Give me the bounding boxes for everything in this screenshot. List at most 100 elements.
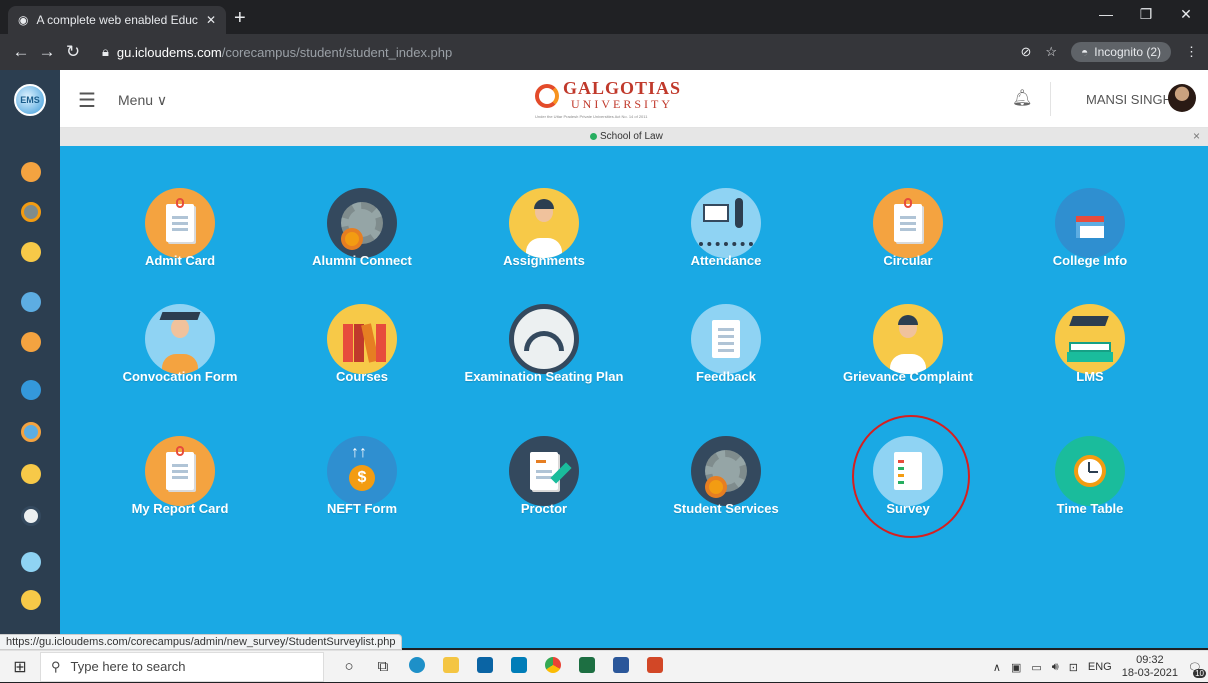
- taskbar-search[interactable]: ⚲ Type here to search: [40, 651, 324, 682]
- address-bar-row: ← → ↻ 🔒︎ gu.icloudems.com/corecampus/stu…: [0, 34, 1208, 70]
- university-logo: GALGOTIAS UNIVERSITY Under the Uttar Prad…: [535, 79, 681, 119]
- minimize-icon[interactable]: —: [1086, 6, 1126, 22]
- sidebar-grievance-icon[interactable]: [21, 590, 41, 610]
- tile-feedback[interactable]: Feedback: [636, 304, 816, 384]
- avatar[interactable]: [1168, 84, 1196, 112]
- tile-alumni-connect[interactable]: Alumni Connect: [272, 188, 452, 268]
- tile-label: Proctor: [520, 501, 568, 516]
- back-icon[interactable]: ←: [8, 42, 34, 62]
- sidebar-feedback-icon[interactable]: [21, 552, 41, 572]
- clock-date: 18-03-2021: [1121, 667, 1179, 679]
- galgotias-g-icon: [535, 84, 559, 108]
- volume-icon[interactable]: 🔊︎: [1052, 661, 1059, 674]
- books-icon: [327, 304, 397, 374]
- sidebar-admit-card-icon[interactable]: [21, 162, 41, 182]
- url-path: /corecampus/student/student_index.php: [221, 44, 453, 60]
- network-icon[interactable]: ⊡: [1069, 661, 1078, 674]
- tile-label: Attendance: [690, 253, 762, 268]
- tile-neft-form[interactable]: $ ↑↑ NEFT Form: [272, 436, 452, 516]
- tile-label: Time Table: [1056, 501, 1124, 516]
- close-tab-icon[interactable]: ✕: [206, 13, 216, 27]
- sidebar: EMS: [0, 70, 60, 648]
- hamburger-icon[interactable]: ☰: [78, 88, 96, 113]
- clock-time: 09:32: [1136, 654, 1164, 666]
- system-tray: ∧ ▣ ▭ 🔊︎ ⊡ ENG 09:32 18-03-2021 🗨︎ 10: [993, 651, 1206, 683]
- school-banner: School of Law ×: [60, 128, 1208, 146]
- close-window-icon[interactable]: ✕: [1166, 6, 1206, 23]
- mail-icon[interactable]: [468, 656, 502, 677]
- header-divider: [1050, 82, 1051, 116]
- feedback-form-icon: [691, 304, 761, 374]
- sidebar-alumni-icon[interactable]: [21, 202, 41, 222]
- more-menu-icon[interactable]: ⋮: [1185, 44, 1198, 60]
- chevron-up-icon[interactable]: ∧: [993, 661, 1001, 674]
- eye-off-icon[interactable]: ⊘: [1020, 44, 1031, 60]
- word-icon[interactable]: [604, 656, 638, 677]
- star-icon[interactable]: ☆: [1045, 44, 1057, 60]
- notifications-icon[interactable]: 🗨︎ 10: [1188, 661, 1206, 678]
- banner-close-icon[interactable]: ×: [1193, 129, 1200, 143]
- tile-label: Alumni Connect: [312, 253, 412, 268]
- language-indicator[interactable]: ENG: [1088, 661, 1112, 673]
- sidebar-attendance-icon[interactable]: [21, 292, 41, 312]
- tile-grievance-complaint[interactable]: Grievance Complaint: [818, 304, 998, 384]
- windows-start-icon[interactable]: ⊞: [0, 657, 40, 677]
- url-field[interactable]: 🔒︎ gu.icloudems.com/corecampus/student/s…: [102, 39, 1002, 65]
- cortana-icon[interactable]: ○: [332, 658, 366, 675]
- tile-admit-card[interactable]: Admit Card: [90, 188, 270, 268]
- tile-circular[interactable]: Circular: [818, 188, 998, 268]
- presentation-icon: [691, 188, 761, 258]
- dashboard-grid: Admit Card Alumni Connect Assignments At…: [60, 146, 1208, 648]
- money-transfer-icon: $ ↑↑: [327, 436, 397, 506]
- meet-now-icon[interactable]: ▣: [1011, 661, 1021, 674]
- battery-icon[interactable]: ▭: [1031, 661, 1041, 674]
- powerpoint-icon[interactable]: [638, 656, 672, 677]
- admit-card-icon: [145, 188, 215, 258]
- tile-proctor[interactable]: Proctor: [454, 436, 634, 516]
- dell-icon[interactable]: [502, 656, 536, 677]
- building-icon: [1055, 188, 1125, 258]
- task-view-icon[interactable]: ⧉: [366, 658, 400, 675]
- sidebar-exam-seating-icon[interactable]: [21, 506, 41, 526]
- tile-label: Courses: [335, 369, 389, 384]
- bell-icon[interactable]: 🔔︎: [1012, 88, 1032, 108]
- restore-icon[interactable]: ❐: [1126, 6, 1166, 23]
- tile-label: Admit Card: [144, 253, 216, 268]
- user-name[interactable]: MANSI SINGH: [1086, 92, 1172, 107]
- tile-label: Feedback: [696, 369, 756, 384]
- sidebar-circular-icon[interactable]: [21, 332, 41, 352]
- document-pen-icon: [509, 436, 579, 506]
- menu-dropdown[interactable]: Menu ∨: [118, 92, 167, 109]
- tile-examination-seating-plan[interactable]: Examination Seating Plan: [454, 304, 634, 384]
- incognito-badge[interactable]: ◓ Incognito (2): [1071, 42, 1171, 62]
- reload-icon[interactable]: ↻: [60, 42, 86, 62]
- new-tab-button[interactable]: +: [234, 8, 246, 28]
- tile-student-services[interactable]: Student Services: [636, 436, 816, 516]
- brand-tagline: Under the Uttar Pradesh Private Universi…: [535, 114, 648, 119]
- file-explorer-icon[interactable]: [434, 656, 468, 677]
- tile-lms[interactable]: LMS: [1000, 304, 1180, 384]
- sidebar-courses-icon[interactable]: [21, 464, 41, 484]
- tile-my-report-card[interactable]: My Report Card: [90, 436, 270, 516]
- tile-convocation-form[interactable]: Convocation Form: [90, 304, 270, 384]
- tile-label: Examination Seating Plan: [464, 369, 624, 384]
- tile-college-info[interactable]: College Info: [1000, 188, 1180, 268]
- tile-label: My Report Card: [131, 501, 229, 516]
- stacked-books-icon: [1055, 304, 1125, 374]
- tile-attendance[interactable]: Attendance: [636, 188, 816, 268]
- tile-assignments[interactable]: Assignments: [454, 188, 634, 268]
- sidebar-college-info-icon[interactable]: [21, 380, 41, 400]
- browser-tab[interactable]: ◉ A complete web enabled Educati ✕: [8, 6, 226, 34]
- edge-icon[interactable]: [400, 656, 434, 677]
- tile-courses[interactable]: Courses: [272, 304, 452, 384]
- chrome-icon[interactable]: [536, 656, 570, 677]
- sidebar-convocation-icon[interactable]: [21, 422, 41, 442]
- excel-icon[interactable]: [570, 656, 604, 677]
- notification-count: 10: [1193, 668, 1206, 678]
- graduate-icon: [145, 304, 215, 374]
- ems-logo[interactable]: EMS: [14, 84, 46, 116]
- forward-icon[interactable]: →: [34, 42, 60, 62]
- tile-time-table[interactable]: Time Table: [1000, 436, 1180, 516]
- clock[interactable]: 09:32 18-03-2021: [1122, 654, 1178, 680]
- sidebar-assignments-icon[interactable]: [21, 242, 41, 262]
